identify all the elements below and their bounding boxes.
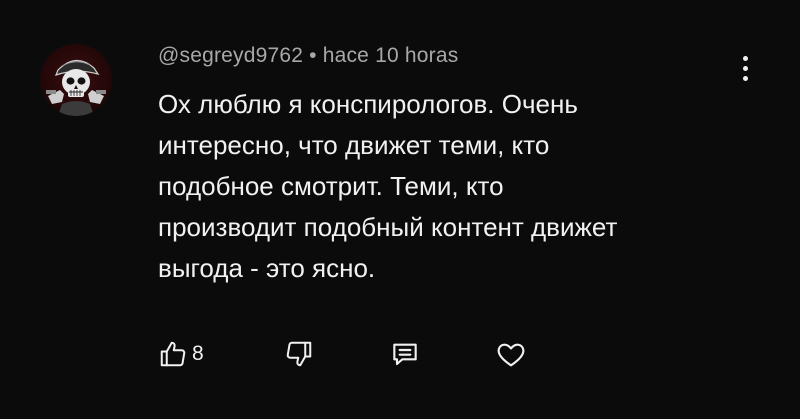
thumbs-down-icon bbox=[286, 341, 312, 367]
dislike-button[interactable] bbox=[284, 334, 314, 374]
meta-separator: • bbox=[309, 44, 317, 67]
more-vertical-icon-dot bbox=[742, 55, 748, 61]
user-avatar[interactable] bbox=[40, 44, 112, 116]
heart-button[interactable] bbox=[495, 334, 527, 374]
more-vertical-icon-dot bbox=[742, 75, 748, 81]
skull-avatar-icon bbox=[46, 59, 106, 116]
more-vertical-icon-dot bbox=[742, 65, 748, 71]
comment-text: Ох люблю я конспирологов. Очень интересн… bbox=[158, 84, 758, 289]
like-count: 8 bbox=[192, 342, 204, 365]
thumbs-up-icon bbox=[160, 341, 186, 367]
comment-action-bar: 8 bbox=[152, 334, 572, 374]
comment-thread-item: @segreyd9762 • hace 10 horas Ох люблю я ко… bbox=[0, 0, 800, 419]
comment-text-line: интересно, что движет теми, кто bbox=[158, 130, 550, 160]
more-options-button[interactable] bbox=[730, 48, 760, 88]
reply-button[interactable] bbox=[389, 334, 421, 374]
heart-icon bbox=[497, 343, 525, 367]
comment-text-line: Ох люблю я конспирологов. Очень bbox=[158, 89, 578, 119]
comment-text-line: подобное смотрит. Теми, кто bbox=[158, 171, 504, 201]
comment-meta: @segreyd9762 • hace 10 horas bbox=[158, 44, 458, 68]
comment-timestamp[interactable]: hace 10 horas bbox=[323, 44, 459, 67]
author-handle[interactable]: @segreyd9762 bbox=[158, 44, 303, 67]
reply-comment-icon bbox=[393, 343, 417, 366]
like-button[interactable]: 8 bbox=[158, 334, 204, 374]
comment-text-line: производит подобный контент движет bbox=[158, 212, 618, 242]
comment-text-line: выгода - это ясно. bbox=[158, 253, 376, 283]
